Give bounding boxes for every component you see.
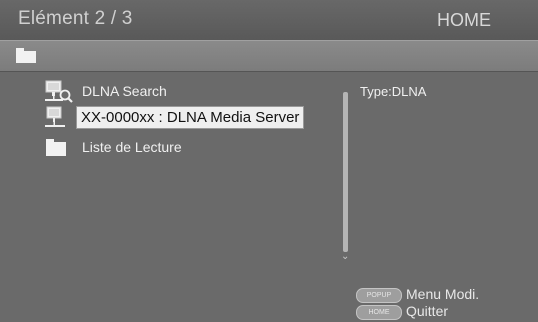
legend-popup: POPUP Menu Modi. [356, 286, 479, 303]
legend-home: HOME Quitter [356, 303, 448, 320]
scrollbar[interactable] [343, 92, 348, 252]
list-item-label: XX-0000xx : DLNA Media Server [76, 106, 305, 129]
header-bar: Elément 2 / 3 HOME [0, 0, 538, 40]
folder-icon [16, 48, 36, 68]
home-label[interactable]: HOME [437, 10, 491, 31]
list-item-label: Liste de Lecture [82, 139, 182, 155]
list-item-label: DLNA Search [82, 83, 167, 99]
legend-label: Menu Modi. [406, 286, 480, 302]
folder-icon [44, 136, 74, 163]
legend-label: Quitter [406, 303, 449, 319]
type-info: Type:DLNA [360, 84, 427, 99]
media-server-icon [44, 106, 74, 133]
path-bar [0, 40, 538, 72]
scroll-down-icon: ⌄ [341, 251, 350, 262]
network-search-icon [44, 80, 74, 107]
item-counter-title: Elément 2 / 3 [18, 8, 133, 29]
browser-content: DLNA Search XX-0000xx : DLNA Media Serve… [0, 72, 538, 322]
home-key-icon: HOME [356, 304, 402, 320]
popup-key-icon: POPUP [356, 287, 402, 303]
